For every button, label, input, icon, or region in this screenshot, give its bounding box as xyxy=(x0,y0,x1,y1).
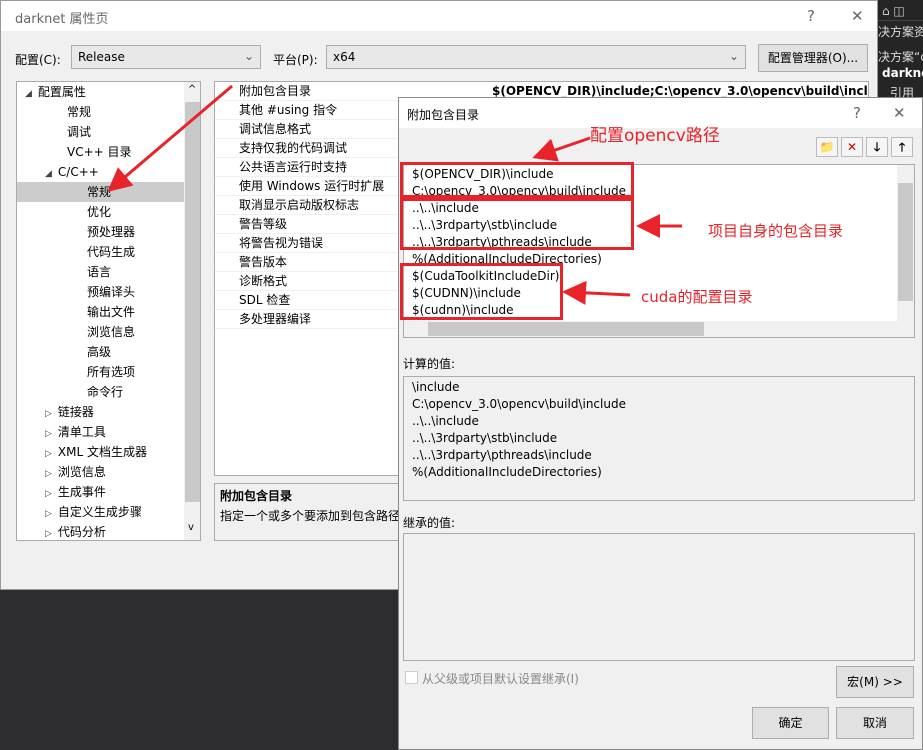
arrow-cuda xyxy=(562,280,631,305)
arrow-opencv xyxy=(532,136,591,162)
arrow-to-general xyxy=(107,84,233,192)
annotation-arrows xyxy=(107,84,682,305)
